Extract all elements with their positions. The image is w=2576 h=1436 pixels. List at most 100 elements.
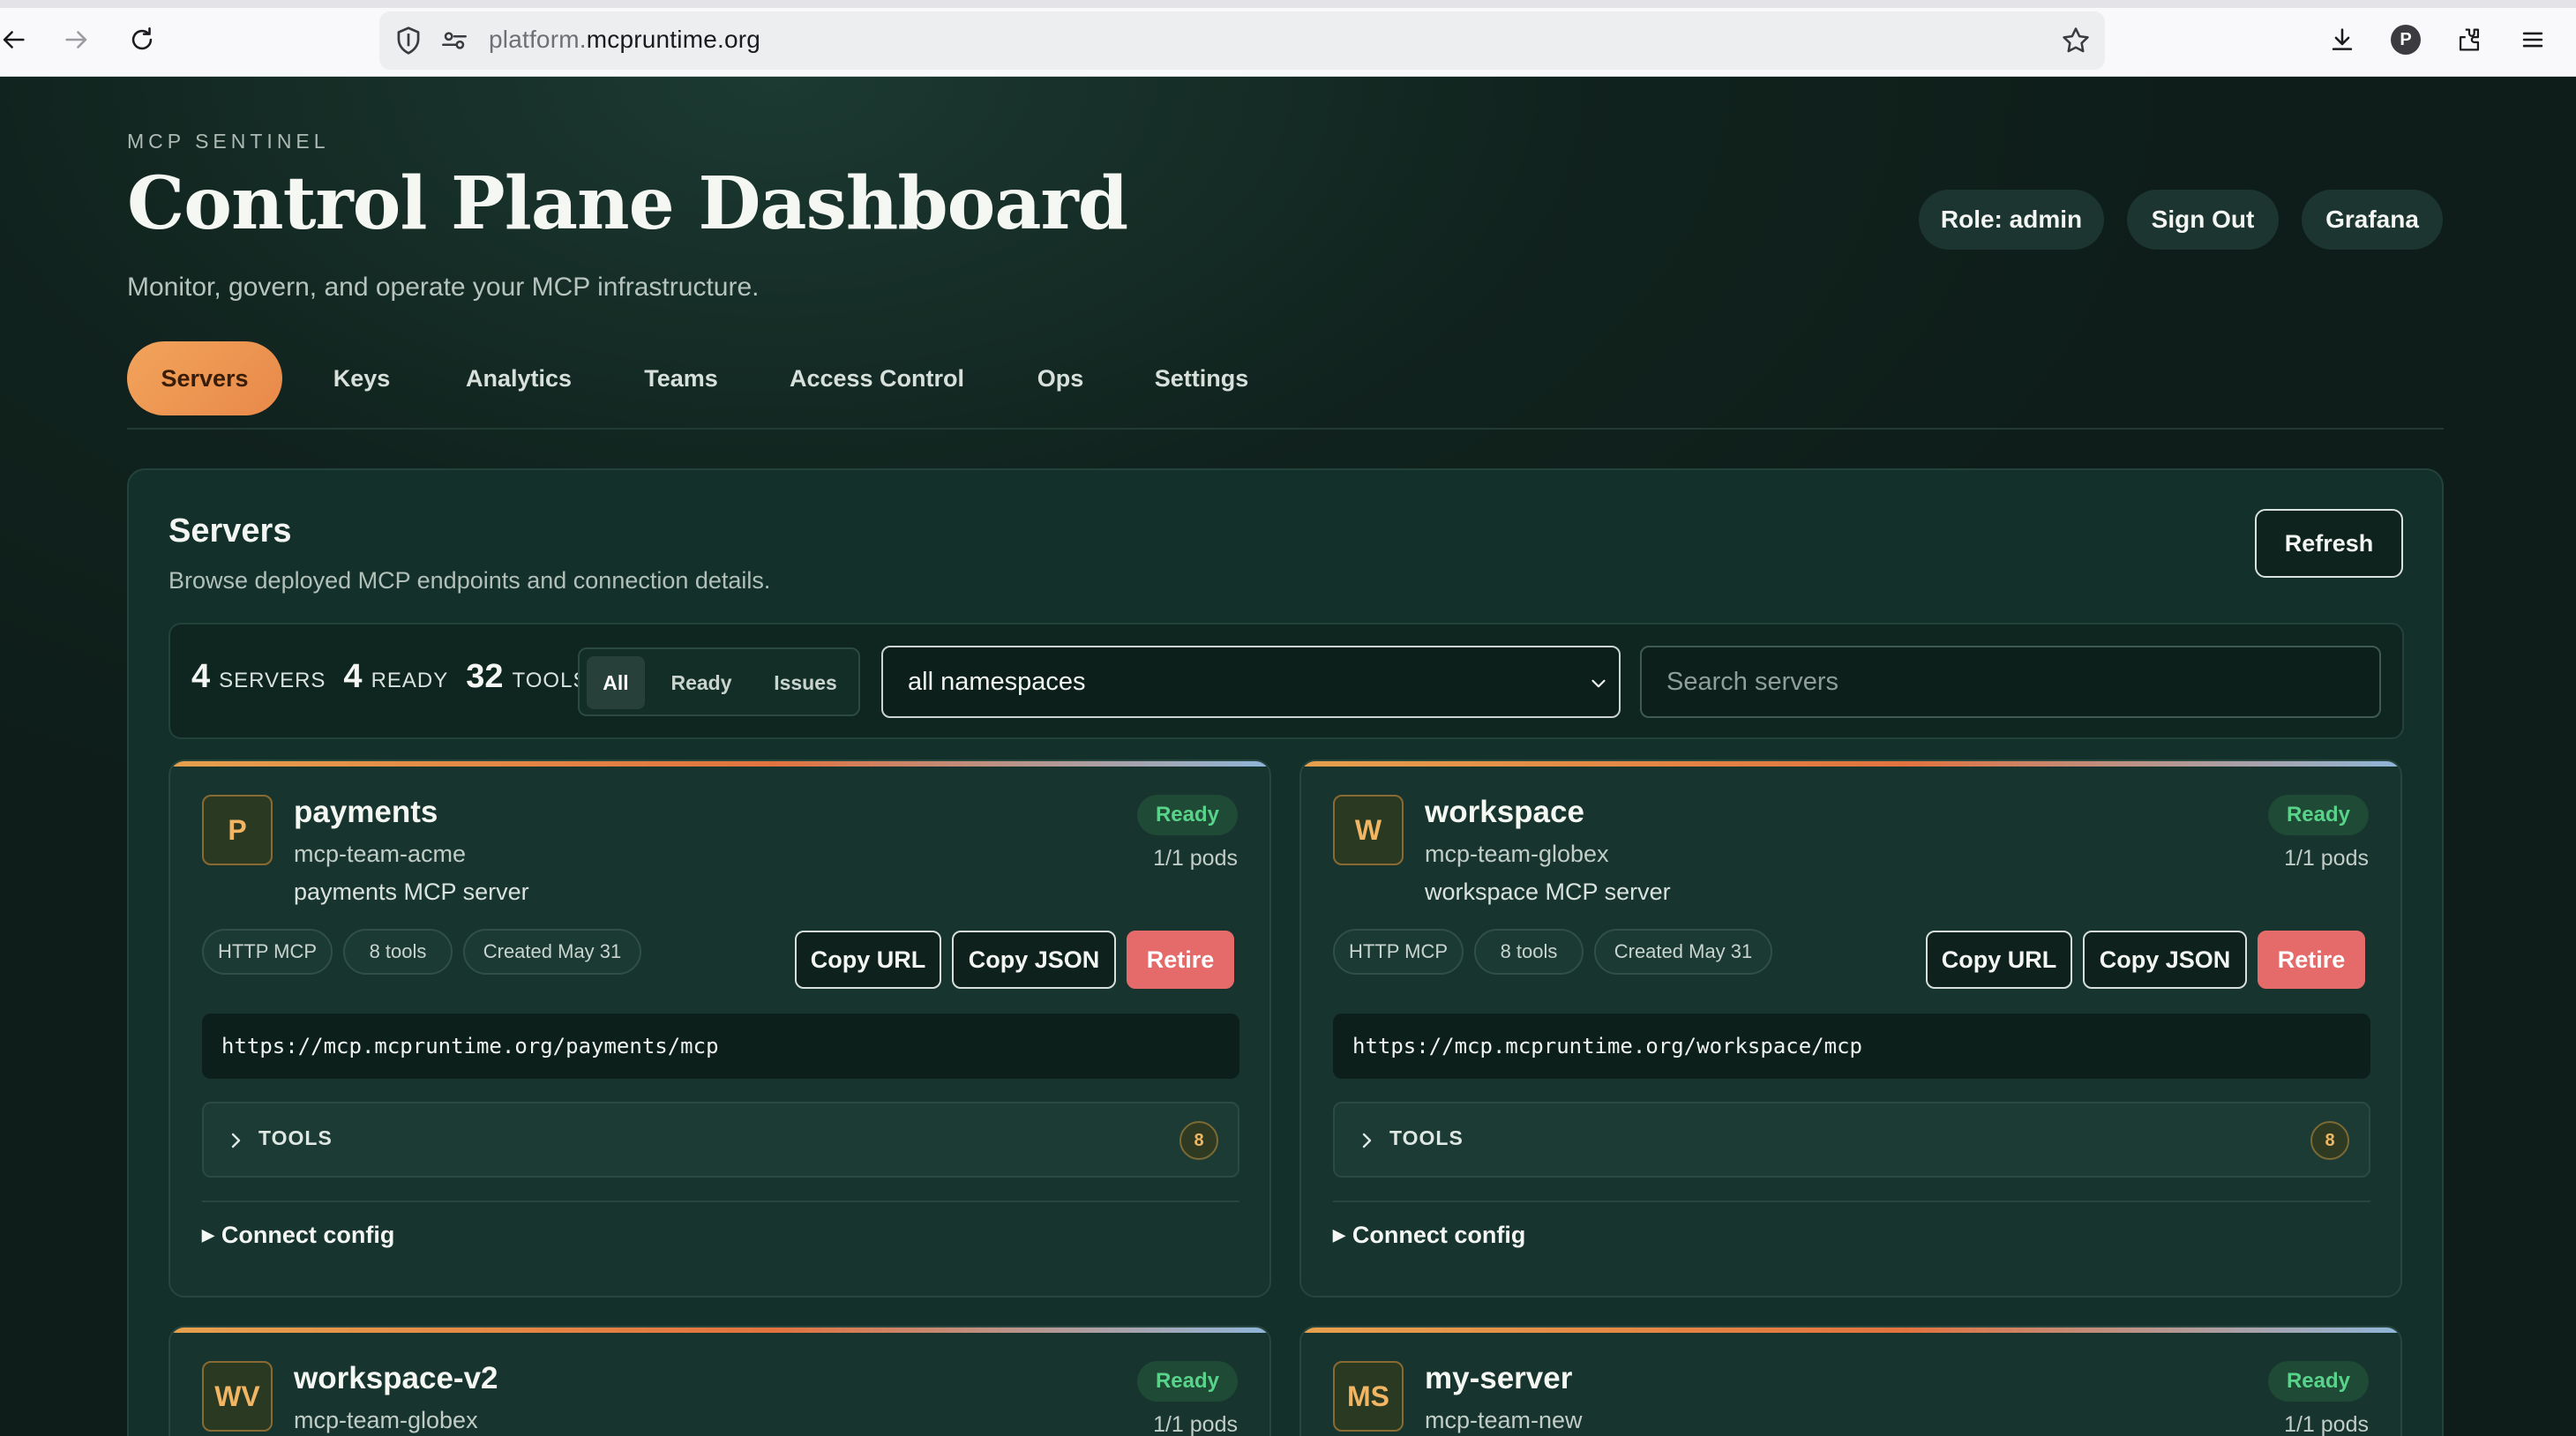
tab-ops[interactable]: Ops <box>1007 341 1113 415</box>
server-card: W workspace mcp-team-globex workspace MC… <box>1299 759 2402 1298</box>
server-name: my-server <box>1425 1361 1573 1395</box>
servers-count-label: SERVERS <box>219 669 326 692</box>
role-badge[interactable]: Role: admin <box>1919 190 2104 250</box>
tab-teams[interactable]: Teams <box>616 341 746 415</box>
tools-accordion[interactable]: TOOLS 8 <box>1333 1102 2370 1178</box>
server-name: payments <box>294 795 438 829</box>
tab-strip-edge <box>0 0 2576 8</box>
endpoint-url[interactable]: https://mcp.mcpruntime.org/payments/mcp <box>202 1013 1239 1079</box>
bookmark-star-icon[interactable] <box>2059 24 2093 57</box>
shield-icon[interactable] <box>392 24 425 57</box>
server-namespace: mcp-team-globex <box>294 1407 478 1433</box>
pods-count: 1/1 pods <box>2284 1412 2369 1436</box>
tag-protocol: HTTP MCP <box>1333 929 1464 975</box>
ready-count-label: READY <box>371 669 449 692</box>
copy-json-button[interactable]: Copy JSON <box>952 931 1116 989</box>
tab-settings[interactable]: Settings <box>1131 341 1272 415</box>
page-subtitle: Monitor, govern, and operate your MCP in… <box>127 273 760 302</box>
main-tabs: Servers Keys Analytics Teams Access Cont… <box>127 341 2444 430</box>
server-namespace: mcp-team-acme <box>294 841 467 867</box>
pods-count: 1/1 pods <box>2284 846 2369 871</box>
chevron-right-icon <box>231 1133 241 1148</box>
menu-icon[interactable] <box>2516 23 2550 56</box>
tag-tools: 8 tools <box>343 929 453 975</box>
url-text: platform.mcpruntime.org <box>489 26 761 53</box>
copy-json-button[interactable]: Copy JSON <box>2083 931 2247 989</box>
tools-count: 32 <box>466 658 504 695</box>
server-namespace: mcp-team-new <box>1425 1407 1583 1433</box>
tag-created: Created May 31 <box>463 929 641 975</box>
tools-accordion[interactable]: TOOLS 8 <box>202 1102 1239 1178</box>
server-name: workspace-v2 <box>294 1361 498 1395</box>
tab-analytics[interactable]: Analytics <box>441 341 596 415</box>
copy-url-button[interactable]: Copy URL <box>795 931 941 989</box>
page-title: Control Plane Dashboard <box>127 161 1128 246</box>
card-divider <box>1333 1200 2370 1202</box>
server-name: workspace <box>1425 795 1584 829</box>
server-description: payments MCP server <box>294 879 529 905</box>
endpoint-url[interactable]: https://mcp.mcpruntime.org/workspace/mcp <box>1333 1013 2370 1079</box>
namespace-select-value: all namespaces <box>908 667 1086 696</box>
forward-arrow-icon[interactable] <box>60 23 94 56</box>
card-accent-strip <box>1301 1328 2400 1333</box>
permissions-icon[interactable] <box>438 24 471 57</box>
ready-count: 4 <box>343 658 363 695</box>
reload-icon[interactable] <box>125 23 159 56</box>
tools-count-label: TOOLS <box>512 669 588 692</box>
address-bar[interactable]: platform.mcpruntime.org <box>379 11 2105 70</box>
chevron-right-icon <box>1362 1133 1372 1148</box>
refresh-button[interactable]: Refresh <box>2255 509 2403 578</box>
panel-subtitle: Browse deployed MCP endpoints and connec… <box>168 567 771 594</box>
server-namespace: mcp-team-globex <box>1425 841 1609 867</box>
chevron-down-icon <box>1591 679 1606 688</box>
profile-avatar[interactable]: P <box>2391 25 2421 55</box>
brand-eyebrow: MCP SENTINEL <box>127 130 330 153</box>
dashboard-page: MCP SENTINEL Control Plane Dashboard Mon… <box>0 77 2576 1436</box>
download-icon[interactable] <box>2325 23 2359 56</box>
filter-bar: 4 SERVERS 4 READY 32 TOOLS All Ready Iss… <box>168 623 2404 739</box>
server-card: P payments mcp-team-acme payments MCP se… <box>168 759 1271 1298</box>
server-avatar: MS <box>1333 1361 1404 1432</box>
extensions-icon[interactable] <box>2452 23 2486 56</box>
namespace-select[interactable]: all namespaces <box>881 646 1621 718</box>
tab-keys[interactable]: Keys <box>300 341 423 415</box>
card-accent-strip <box>170 1328 1269 1333</box>
tag-created: Created May 31 <box>1594 929 1772 975</box>
search-input[interactable] <box>1640 646 2381 718</box>
connect-config-toggle[interactable]: ▶ Connect config <box>202 1222 394 1249</box>
filter-ready[interactable]: Ready <box>652 656 751 709</box>
pods-count: 1/1 pods <box>1153 846 1238 871</box>
tools-label: TOOLS <box>1389 1126 1464 1149</box>
pods-count: 1/1 pods <box>1153 1412 1238 1436</box>
copy-url-button[interactable]: Copy URL <box>1926 931 2072 989</box>
summary-stats: 4 SERVERS 4 READY 32 TOOLS <box>191 658 605 696</box>
status-badge: Ready <box>1137 1361 1238 1402</box>
grafana-button[interactable]: Grafana <box>2302 190 2443 250</box>
server-card: MS my-server mcp-team-new Ready 1/1 pods <box>1299 1326 2402 1436</box>
retire-button[interactable]: Retire <box>1127 931 1234 989</box>
disclosure-triangle-icon: ▶ <box>1333 1226 1345 1244</box>
status-filter: All Ready Issues <box>578 647 860 716</box>
retire-button[interactable]: Retire <box>2258 931 2365 989</box>
card-divider <box>202 1200 1239 1202</box>
tag-protocol: HTTP MCP <box>202 929 333 975</box>
tools-label: TOOLS <box>258 1126 333 1149</box>
status-badge: Ready <box>2268 795 2369 835</box>
filter-all[interactable]: All <box>587 656 645 709</box>
server-description: workspace MCP server <box>1425 879 1671 905</box>
status-badge: Ready <box>2268 1361 2369 1402</box>
tab-servers[interactable]: Servers <box>127 341 282 415</box>
sign-out-button[interactable]: Sign Out <box>2127 190 2279 250</box>
tag-tools: 8 tools <box>1474 929 1584 975</box>
servers-count: 4 <box>191 658 211 695</box>
server-avatar: W <box>1333 795 1404 865</box>
server-avatar: P <box>202 795 273 865</box>
servers-panel: Servers Browse deployed MCP endpoints an… <box>127 468 2444 1436</box>
filter-issues[interactable]: Issues <box>756 656 855 709</box>
connect-config-toggle[interactable]: ▶ Connect config <box>1333 1222 1525 1249</box>
tab-access-control[interactable]: Access Control <box>764 341 990 415</box>
panel-title: Servers <box>168 512 292 550</box>
tools-count-badge: 8 <box>2310 1121 2349 1160</box>
back-arrow-icon[interactable] <box>0 23 30 56</box>
server-avatar: WV <box>202 1361 273 1432</box>
